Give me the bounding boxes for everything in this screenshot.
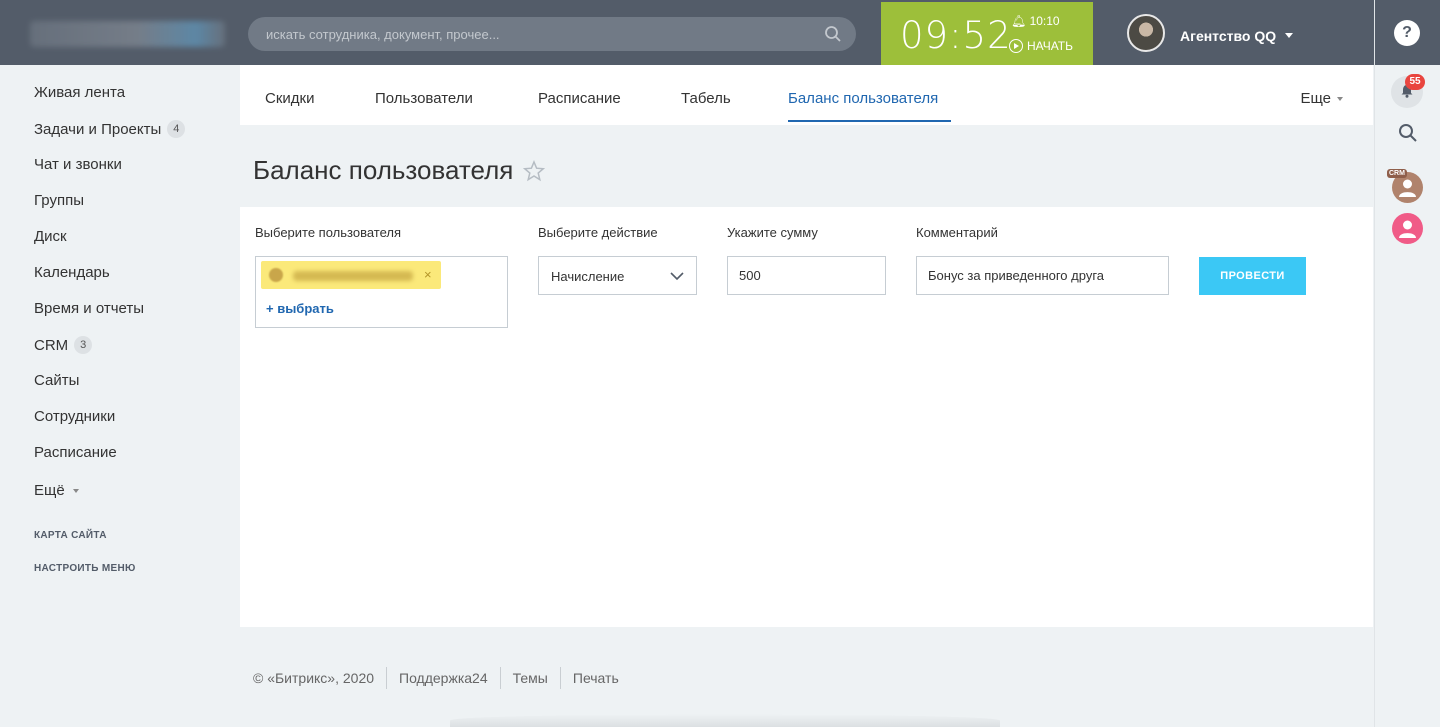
clock-time: 09:52	[900, 14, 1012, 57]
contact-avatar[interactable]	[1392, 213, 1423, 244]
amount-input[interactable]	[727, 256, 886, 295]
sidebar-item-label: Сайты	[34, 372, 80, 389]
print-link[interactable]: Печать	[573, 670, 619, 686]
amount-label: Укажите сумму	[727, 225, 818, 240]
divider	[559, 667, 561, 689]
sidebar-item-schedule[interactable]: Расписание	[34, 444, 117, 461]
tab-discounts[interactable]: Скидки	[265, 90, 314, 107]
play-icon	[1009, 39, 1023, 53]
sidebar-item-label: Задачи и Проекты	[34, 120, 162, 138]
count-badge: 4	[167, 120, 186, 138]
sidebar-item-feed[interactable]: Живая лента	[34, 84, 125, 101]
sidebar-item-label: CRM	[34, 336, 69, 354]
sidebar-item-calendar[interactable]: Календарь	[34, 264, 110, 281]
search-bar[interactable]: искать сотрудника, документ, прочее...	[248, 17, 856, 51]
star-icon[interactable]	[523, 160, 545, 182]
tab-users[interactable]: Пользователи	[375, 90, 473, 107]
copyright-text: © «Битрикс», 2020	[253, 670, 375, 686]
help-icon[interactable]: ?	[1394, 20, 1420, 46]
left-menu: Живая лента Задачи и Проекты 4 Чат и звон…	[0, 65, 240, 727]
sidebar-item-crm[interactable]: CRM 3	[34, 336, 93, 354]
tab-timesheet[interactable]: Табель	[681, 90, 731, 107]
support-link[interactable]: Поддержка24	[399, 670, 488, 686]
divider	[499, 667, 501, 689]
user-avatar-icon	[269, 268, 283, 282]
user-select-label: Выберите пользователя	[255, 225, 402, 240]
user-selector[interactable]: × + выбрать	[255, 256, 508, 328]
top-tabs: Скидки Пользователи Расписание Табель Ба…	[240, 65, 1373, 125]
sidebar-item-tasks[interactable]: Задачи и Проекты 4	[34, 120, 186, 138]
sidebar-item-label: Ещё	[34, 482, 65, 499]
company-logo[interactable]	[30, 21, 225, 47]
user-menu-name[interactable]: Агентство QQ	[1180, 28, 1276, 44]
clock-alarm: 🔔︎ 10:10	[1011, 14, 1060, 28]
tab-user-balance[interactable]: Баланс пользователя	[788, 90, 938, 107]
comment-input[interactable]	[916, 256, 1169, 295]
add-user-link[interactable]: + выбрать	[266, 301, 334, 316]
sidebar-item-groups[interactable]: Группы	[34, 192, 84, 209]
page-title: Баланс пользователя	[253, 155, 514, 185]
themes-link[interactable]: Темы	[513, 670, 548, 686]
sidebar-item-label: Календарь	[34, 264, 110, 281]
submit-button[interactable]: ПРОВЕСТИ	[1199, 257, 1306, 295]
active-tab-indicator	[788, 120, 951, 122]
user-avatar[interactable]	[1127, 14, 1165, 52]
alarm-time: 10:10	[1029, 14, 1060, 28]
sidebar-item-disk[interactable]: Диск	[34, 228, 67, 245]
footer: © «Битрикс», 2020 Поддержка24 Темы Печат…	[253, 667, 619, 689]
crm-badge: CRM	[1387, 169, 1407, 178]
sitemap-link[interactable]: КАРТА САЙТА	[34, 530, 107, 541]
comment-label: Комментарий	[916, 225, 998, 240]
count-badge: 3	[74, 336, 93, 354]
chevron-down-icon	[72, 488, 79, 493]
person-icon	[1399, 179, 1416, 197]
sidebar-item-time-reports[interactable]: Время и отчеты	[34, 300, 144, 317]
rail-top: ?	[1375, 0, 1440, 65]
chevron-down-icon	[1337, 96, 1343, 101]
action-select-value: Начисление	[551, 269, 625, 284]
sidebar-item-label: Живая лента	[34, 84, 126, 101]
action-select-label: Выберите действие	[538, 225, 658, 240]
alarm-bell-icon: 🔔︎	[1011, 14, 1027, 28]
right-rail: ? 55 CRM	[1374, 0, 1440, 727]
start-workday-button[interactable]: НАЧАТЬ	[1009, 39, 1073, 53]
top-header: искать сотрудника, документ, прочее... 0…	[0, 0, 1374, 65]
divider	[386, 667, 388, 689]
configure-menu-link[interactable]: НАСТРОИТЬ МЕНЮ	[34, 563, 136, 574]
close-icon[interactable]: ×	[424, 267, 432, 282]
sidebar-item-label: Чат и звонки	[34, 156, 122, 173]
search-icon[interactable]	[1398, 123, 1418, 143]
sidebar-item-label: Время и отчеты	[34, 300, 145, 317]
sidebar-item-more[interactable]: Ещё	[34, 482, 79, 499]
sidebar-item-chat[interactable]: Чат и звонки	[34, 156, 122, 173]
notifications-count-badge: 55	[1405, 74, 1425, 90]
sidebar-item-label: Сотрудники	[34, 408, 116, 425]
sidebar-item-label: Группы	[34, 192, 84, 209]
tab-more[interactable]: Еще	[1300, 90, 1343, 107]
tab-more-label: Еще	[1300, 90, 1331, 107]
search-icon[interactable]	[824, 25, 842, 43]
chevron-down-icon[interactable]	[1285, 33, 1293, 38]
sidebar-item-label: Расписание	[34, 444, 117, 461]
selected-user-name	[293, 271, 413, 281]
sidebar-item-sites[interactable]: Сайты	[34, 372, 79, 389]
search-input[interactable]: искать сотрудника, документ, прочее...	[266, 27, 500, 42]
window-shadow	[450, 714, 1000, 727]
chevron-down-icon	[670, 272, 684, 281]
selected-user-chip[interactable]: ×	[261, 261, 441, 289]
action-select[interactable]: Начисление	[538, 256, 697, 295]
work-time-widget[interactable]: 09:52 🔔︎ 10:10 НАЧАТЬ	[881, 2, 1093, 65]
tab-schedule[interactable]: Расписание	[538, 90, 621, 107]
start-label: НАЧАТЬ	[1027, 39, 1074, 53]
person-icon	[1399, 220, 1416, 238]
sidebar-item-employees[interactable]: Сотрудники	[34, 408, 115, 425]
balance-form: Выберите пользователя Выберите действие …	[240, 207, 1373, 627]
sidebar-item-label: Диск	[34, 228, 67, 245]
